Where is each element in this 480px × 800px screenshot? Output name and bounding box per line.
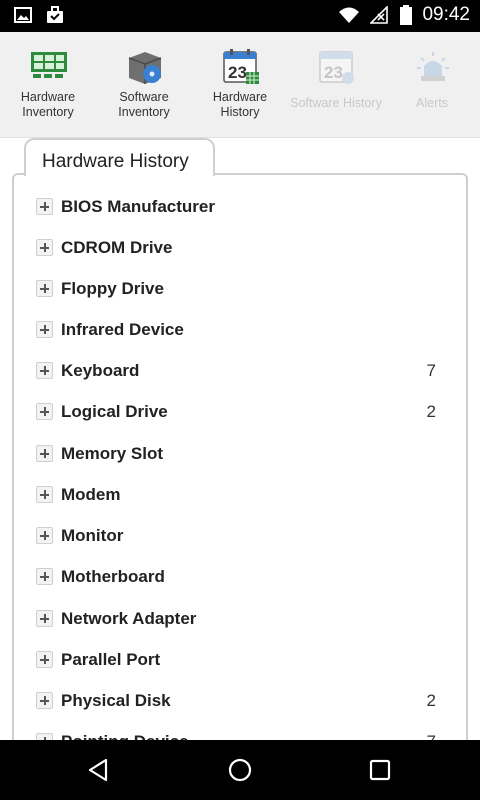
back-icon[interactable] <box>86 757 112 783</box>
list-item[interactable]: Floppy Drive <box>24 275 444 305</box>
hardware-inventory-icon <box>31 52 67 78</box>
software-inventory-icon <box>128 52 162 84</box>
alerts-icon <box>417 52 449 81</box>
expand-icon[interactable] <box>36 445 53 462</box>
no-signal-icon <box>370 6 389 24</box>
expand-icon[interactable] <box>36 280 53 297</box>
expand-icon[interactable] <box>36 568 53 585</box>
item-count: 7 <box>426 361 436 380</box>
item-name: Memory Slot <box>61 444 164 463</box>
item-name: Motherboard <box>61 567 165 586</box>
item-count: 2 <box>426 402 436 421</box>
item-name: Physical Disk <box>61 691 171 710</box>
status-bar: 09:42 <box>0 0 480 32</box>
tool-label: Hardware Inventory <box>20 90 76 119</box>
expand-icon[interactable] <box>36 527 53 544</box>
expand-icon[interactable] <box>36 239 53 256</box>
hardware-inventory-button[interactable]: Hardware Inventory <box>0 32 96 138</box>
expand-icon[interactable] <box>36 733 53 740</box>
list-item[interactable]: CDROM Drive <box>24 234 444 264</box>
list-item[interactable]: Monitor <box>24 522 444 552</box>
expand-icon[interactable] <box>36 198 53 215</box>
section-title: Hardware History <box>42 151 189 172</box>
tool-label: Software Inventory <box>118 90 170 119</box>
hardware-history-icon: 23 <box>223 49 259 84</box>
list-item[interactable]: Physical Disk 2 <box>24 687 444 717</box>
expand-icon[interactable] <box>36 486 53 503</box>
image-icon <box>14 7 32 23</box>
expand-icon[interactable] <box>36 651 53 668</box>
list-item[interactable]: Pointing Device 7 <box>24 728 444 740</box>
item-name: Floppy Drive <box>61 279 164 298</box>
hardware-history-button[interactable]: 23 Hardware History <box>192 32 288 138</box>
item-name: Monitor <box>61 526 124 545</box>
list-item[interactable]: BIOS Manufacturer <box>24 193 444 223</box>
svg-text:23: 23 <box>324 63 343 82</box>
recents-icon[interactable] <box>368 758 392 782</box>
list-item[interactable]: Network Adapter <box>24 605 444 635</box>
list-item[interactable]: Parallel Port <box>24 646 444 676</box>
clock: 09:42 <box>422 4 470 25</box>
software-history-icon: 23 <box>319 51 354 84</box>
expand-icon[interactable] <box>36 362 53 379</box>
expand-icon[interactable] <box>36 321 53 338</box>
history-panel: BIOS Manufacturer CDROM Drive Floppy Dri… <box>12 173 468 740</box>
item-count: 7 <box>427 732 436 740</box>
top-toolbar: Hardware Inventory Software Inventory 23… <box>0 32 480 138</box>
expand-icon[interactable] <box>36 610 53 627</box>
svg-text:23: 23 <box>228 63 247 82</box>
tool-label: Hardware History <box>212 90 268 119</box>
navigation-bar <box>0 740 480 800</box>
item-name: BIOS Manufacturer <box>61 197 215 216</box>
tool-label: Software History <box>290 96 382 110</box>
tool-label: Alerts <box>416 96 448 110</box>
alerts-button[interactable]: Alerts <box>384 32 480 138</box>
item-name: Modem <box>61 485 121 504</box>
list-item[interactable]: Logical Drive 2 <box>24 398 444 428</box>
item-name: Network Adapter <box>61 609 197 628</box>
item-name: Logical Drive <box>61 402 168 421</box>
list-item[interactable]: Infrared Device <box>24 316 444 346</box>
software-inventory-button[interactable]: Software Inventory <box>96 32 192 138</box>
list-item[interactable]: Motherboard <box>24 563 444 593</box>
battery-icon <box>400 5 413 25</box>
item-name: CDROM Drive <box>61 238 173 257</box>
home-icon[interactable] <box>227 757 253 783</box>
expand-icon[interactable] <box>36 692 53 709</box>
section-tab: Hardware History <box>24 138 215 176</box>
list-item[interactable]: Keyboard 7 <box>24 357 444 387</box>
item-name: Infrared Device <box>61 320 184 339</box>
main-content: Hardware History BIOS Manufacturer CDROM… <box>0 138 480 740</box>
briefcase-icon <box>47 6 63 23</box>
item-name: Pointing Device <box>61 732 189 740</box>
software-history-button[interactable]: 23 Software History <box>288 32 384 138</box>
item-name: Parallel Port <box>61 650 161 669</box>
list-item[interactable]: Memory Slot <box>24 440 444 470</box>
item-count: 2 <box>426 691 436 710</box>
wifi-icon <box>339 7 360 23</box>
item-name: Keyboard <box>61 361 140 380</box>
list-item[interactable]: Modem <box>24 481 444 511</box>
expand-icon[interactable] <box>36 403 53 420</box>
